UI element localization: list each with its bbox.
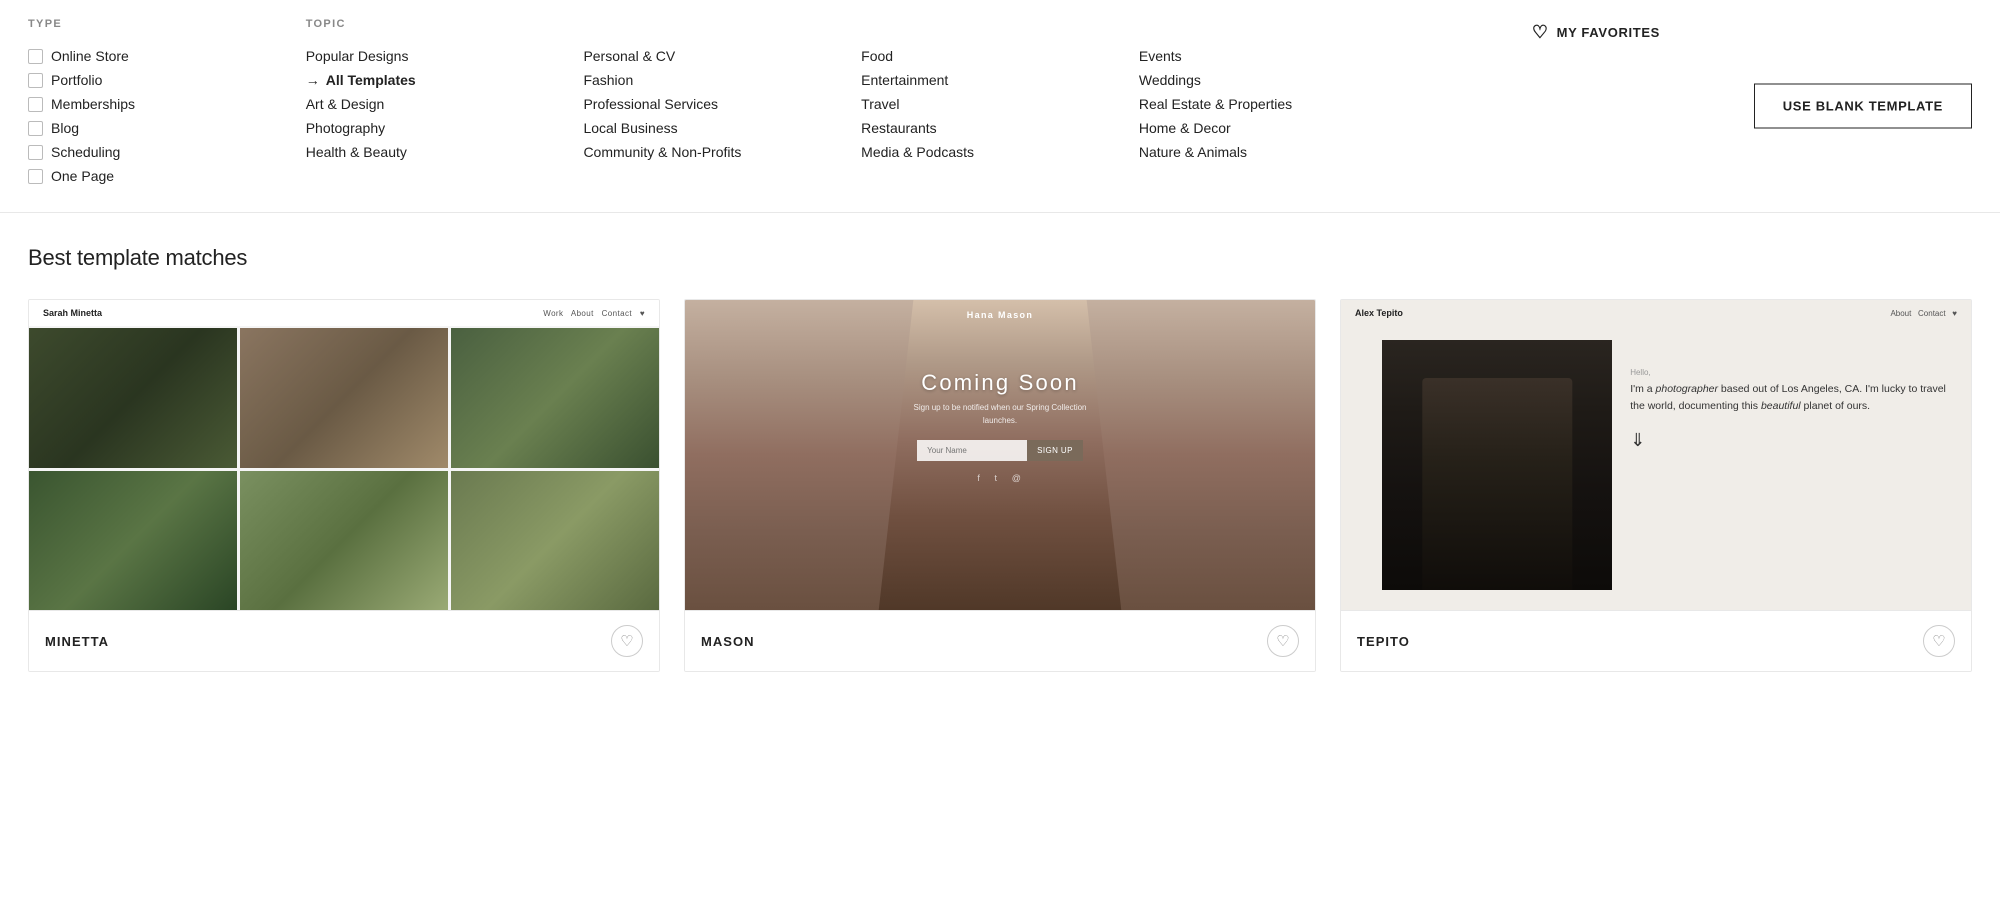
topic-fashion[interactable]: Fashion [583,68,861,92]
blank-template-button[interactable]: USE BLANK TEMPLATE [1754,84,1972,129]
collage-cell-1 [29,328,237,468]
mason-favorite-button[interactable]: ♡ [1267,625,1299,657]
mason-nav: Hana Mason [685,300,1315,330]
topic-all-templates[interactable]: → All Templates [306,68,584,92]
tepito-footer: TEPITO ♡ [1341,610,1971,671]
heart-outline-icon: ♡ [1932,632,1945,650]
best-matches-title: Best template matches [28,245,1972,271]
topic-professional-services[interactable]: Professional Services [583,92,861,116]
template-card-tepito[interactable]: Alex Tepito About Contact ♥ Hello, [1340,299,1972,672]
topic-personal-cv[interactable]: Personal & CV [583,44,861,68]
type-label: TYPE [28,18,306,30]
topic-art-design[interactable]: Art & Design [306,92,584,116]
filter-memberships[interactable]: Memberships [28,92,306,116]
template-grid: Sarah Minetta Work About Contact ♥ MINET… [28,299,1972,672]
tepito-brand: Alex Tepito [1355,308,1403,318]
checkbox-portfolio[interactable] [28,73,43,88]
my-favorites-label: MY FAVORITES [1557,25,1660,40]
tepito-right-col: Hello, I'm a photographer based out of L… [1618,330,1971,610]
topic-filter-column-2: TOPIC Personal & CV Fashion Professional… [583,18,861,188]
filter-scheduling[interactable]: Scheduling [28,140,306,164]
collage-cell-2 [240,328,448,468]
minetta-preview: Sarah Minetta Work About Contact ♥ [29,300,659,610]
checkbox-memberships[interactable] [28,97,43,112]
minetta-brand: Sarah Minetta [43,308,102,318]
minetta-favorite-button[interactable]: ♡ [611,625,643,657]
mason-coming-soon: Coming Soon [685,370,1315,396]
topic-filter-column-4: TOPIC Events Weddings Real Estate & Prop… [1139,18,1417,188]
mason-signup-form: SIGN UP [685,440,1315,461]
minetta-footer: MINETTA ♡ [29,610,659,671]
tepito-portrait [1382,340,1612,590]
minetta-name: MINETTA [45,634,109,649]
my-favorites-button[interactable]: ♡ MY FAVORITES [1532,22,1660,43]
mason-preview: Hana Mason Coming Soon Sign up to be not… [685,300,1315,610]
topic-weddings[interactable]: Weddings [1139,68,1417,92]
filter-online-store[interactable]: Online Store [28,44,306,68]
mason-social-links: f t @ [685,473,1315,483]
topic-health-beauty[interactable]: Health & Beauty [306,140,584,164]
mason-brand: Hana Mason [967,310,1034,320]
type-filter-column: TYPE Online Store Portfolio Memberships … [28,18,306,188]
topic-food[interactable]: Food [861,44,1139,68]
topic-popular-designs[interactable]: Popular Designs [306,44,584,68]
topic-filter-column-1: TOPIC Popular Designs → All Templates Ar… [306,18,584,188]
tepito-left-col [1341,330,1618,610]
topic-community-nonprofits[interactable]: Community & Non-Profits [583,140,861,164]
tepito-nav: Alex Tepito About Contact ♥ [1341,300,1971,326]
tepito-name: TEPITO [1357,634,1410,649]
heart-icon: ♡ [1532,22,1549,43]
mason-email-input[interactable] [917,440,1027,461]
tepito-favorite-button[interactable]: ♡ [1923,625,1955,657]
topic-real-estate[interactable]: Real Estate & Properties [1139,92,1417,116]
mason-subtitle: Sign up to be notified when our Spring C… [910,402,1090,428]
topic-filter-column-3: TOPIC Food Entertainment Travel Restaura… [861,18,1139,188]
topic-label: TOPIC [306,18,584,30]
collage-cell-6 [451,471,659,611]
checkbox-scheduling[interactable] [28,145,43,160]
checkbox-one-page[interactable] [28,169,43,184]
tepito-layout: Hello, I'm a photographer based out of L… [1341,300,1971,610]
topic-local-business[interactable]: Local Business [583,116,861,140]
best-matches-section: Best template matches Sarah Minetta Work… [0,213,2000,700]
mason-footer: MASON ♡ [685,610,1315,671]
collage-cell-5 [240,471,448,611]
tepito-preview: Alex Tepito About Contact ♥ Hello, [1341,300,1971,610]
tepito-down-arrow: ⇓ [1630,430,1955,451]
topic-photography[interactable]: Photography [306,116,584,140]
topic-events[interactable]: Events [1139,44,1417,68]
checkbox-online-store[interactable] [28,49,43,64]
collage-cell-3 [451,328,659,468]
filter-portfolio[interactable]: Portfolio [28,68,306,92]
filter-one-page[interactable]: One Page [28,164,306,188]
tepito-bio: I'm a photographer based out of Los Ange… [1630,381,1955,416]
filter-bar: TYPE Online Store Portfolio Memberships … [0,0,2000,213]
mason-signup-button[interactable]: SIGN UP [1027,440,1083,461]
filter-blog[interactable]: Blog [28,116,306,140]
minetta-nav: Sarah Minetta Work About Contact ♥ [29,300,659,326]
arrow-icon: → [306,72,320,88]
topic-nature-animals[interactable]: Nature & Animals [1139,140,1417,164]
mason-name: MASON [701,634,755,649]
collage-cell-4 [29,471,237,611]
heart-outline-icon: ♡ [1276,632,1289,650]
tepito-hello: Hello, [1630,368,1955,377]
minetta-collage [29,300,659,610]
topic-home-decor[interactable]: Home & Decor [1139,116,1417,140]
template-card-mason[interactable]: Hana Mason Coming Soon Sign up to be not… [684,299,1316,672]
minetta-nav-links: Work About Contact ♥ [543,309,645,318]
topic-travel[interactable]: Travel [861,92,1139,116]
heart-outline-icon: ♡ [620,632,633,650]
topic-media-podcasts[interactable]: Media & Podcasts [861,140,1139,164]
tepito-nav-links: About Contact ♥ [1890,309,1957,318]
template-card-minetta[interactable]: Sarah Minetta Work About Contact ♥ MINET… [28,299,660,672]
topic-entertainment[interactable]: Entertainment [861,68,1139,92]
checkbox-blog[interactable] [28,121,43,136]
topic-restaurants[interactable]: Restaurants [861,116,1139,140]
tepito-face-silhouette [1423,378,1572,591]
